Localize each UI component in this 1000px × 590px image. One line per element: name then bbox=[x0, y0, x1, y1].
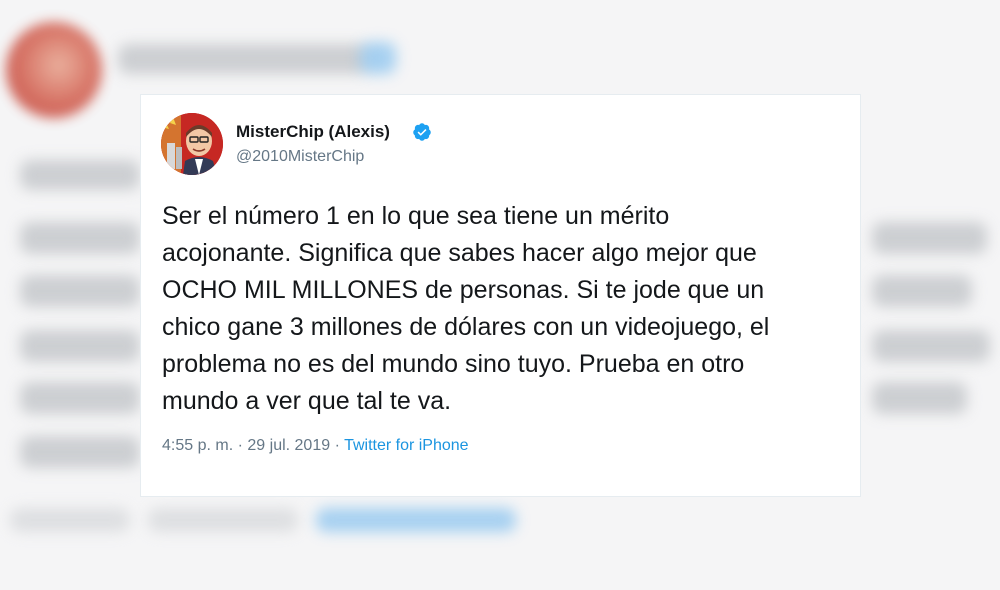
tweet-source-link[interactable]: Twitter for iPhone bbox=[344, 437, 469, 454]
tweet-time[interactable]: 4:55 p. m. bbox=[162, 437, 233, 454]
blurred-line bbox=[872, 330, 990, 362]
blurred-name bbox=[118, 44, 368, 74]
blurred-line bbox=[20, 330, 140, 362]
user-handle[interactable]: @2010MisterChip bbox=[236, 148, 364, 166]
blurred-badge bbox=[360, 42, 396, 74]
tweet-metadata: 4:55 p. m. · 29 jul. 2019 · Twitter for … bbox=[162, 437, 469, 455]
meta-separator: · bbox=[334, 437, 340, 454]
tweet-date[interactable]: 29 jul. 2019 bbox=[247, 437, 330, 454]
blurred-meta bbox=[10, 508, 130, 532]
blurred-line bbox=[872, 382, 967, 414]
blurred-meta bbox=[148, 508, 298, 532]
verified-badge-icon bbox=[413, 123, 431, 141]
blurred-line bbox=[20, 436, 140, 468]
blurred-avatar bbox=[6, 22, 102, 118]
tweet-card: MisterChip (Alexis) @2010MisterChip Ser … bbox=[140, 94, 861, 497]
avatar-illustration bbox=[161, 113, 223, 175]
blurred-source bbox=[316, 508, 516, 532]
blurred-line bbox=[872, 222, 987, 254]
meta-separator: · bbox=[237, 437, 243, 454]
blurred-line bbox=[20, 160, 140, 190]
display-name[interactable]: MisterChip (Alexis) bbox=[236, 122, 390, 142]
blurred-line bbox=[20, 222, 140, 254]
blurred-line bbox=[20, 275, 140, 307]
tweet-text: Ser el número 1 en lo que sea tiene un m… bbox=[162, 202, 770, 415]
blurred-line bbox=[20, 382, 140, 414]
blurred-line bbox=[872, 275, 972, 307]
profile-avatar[interactable] bbox=[161, 113, 223, 175]
